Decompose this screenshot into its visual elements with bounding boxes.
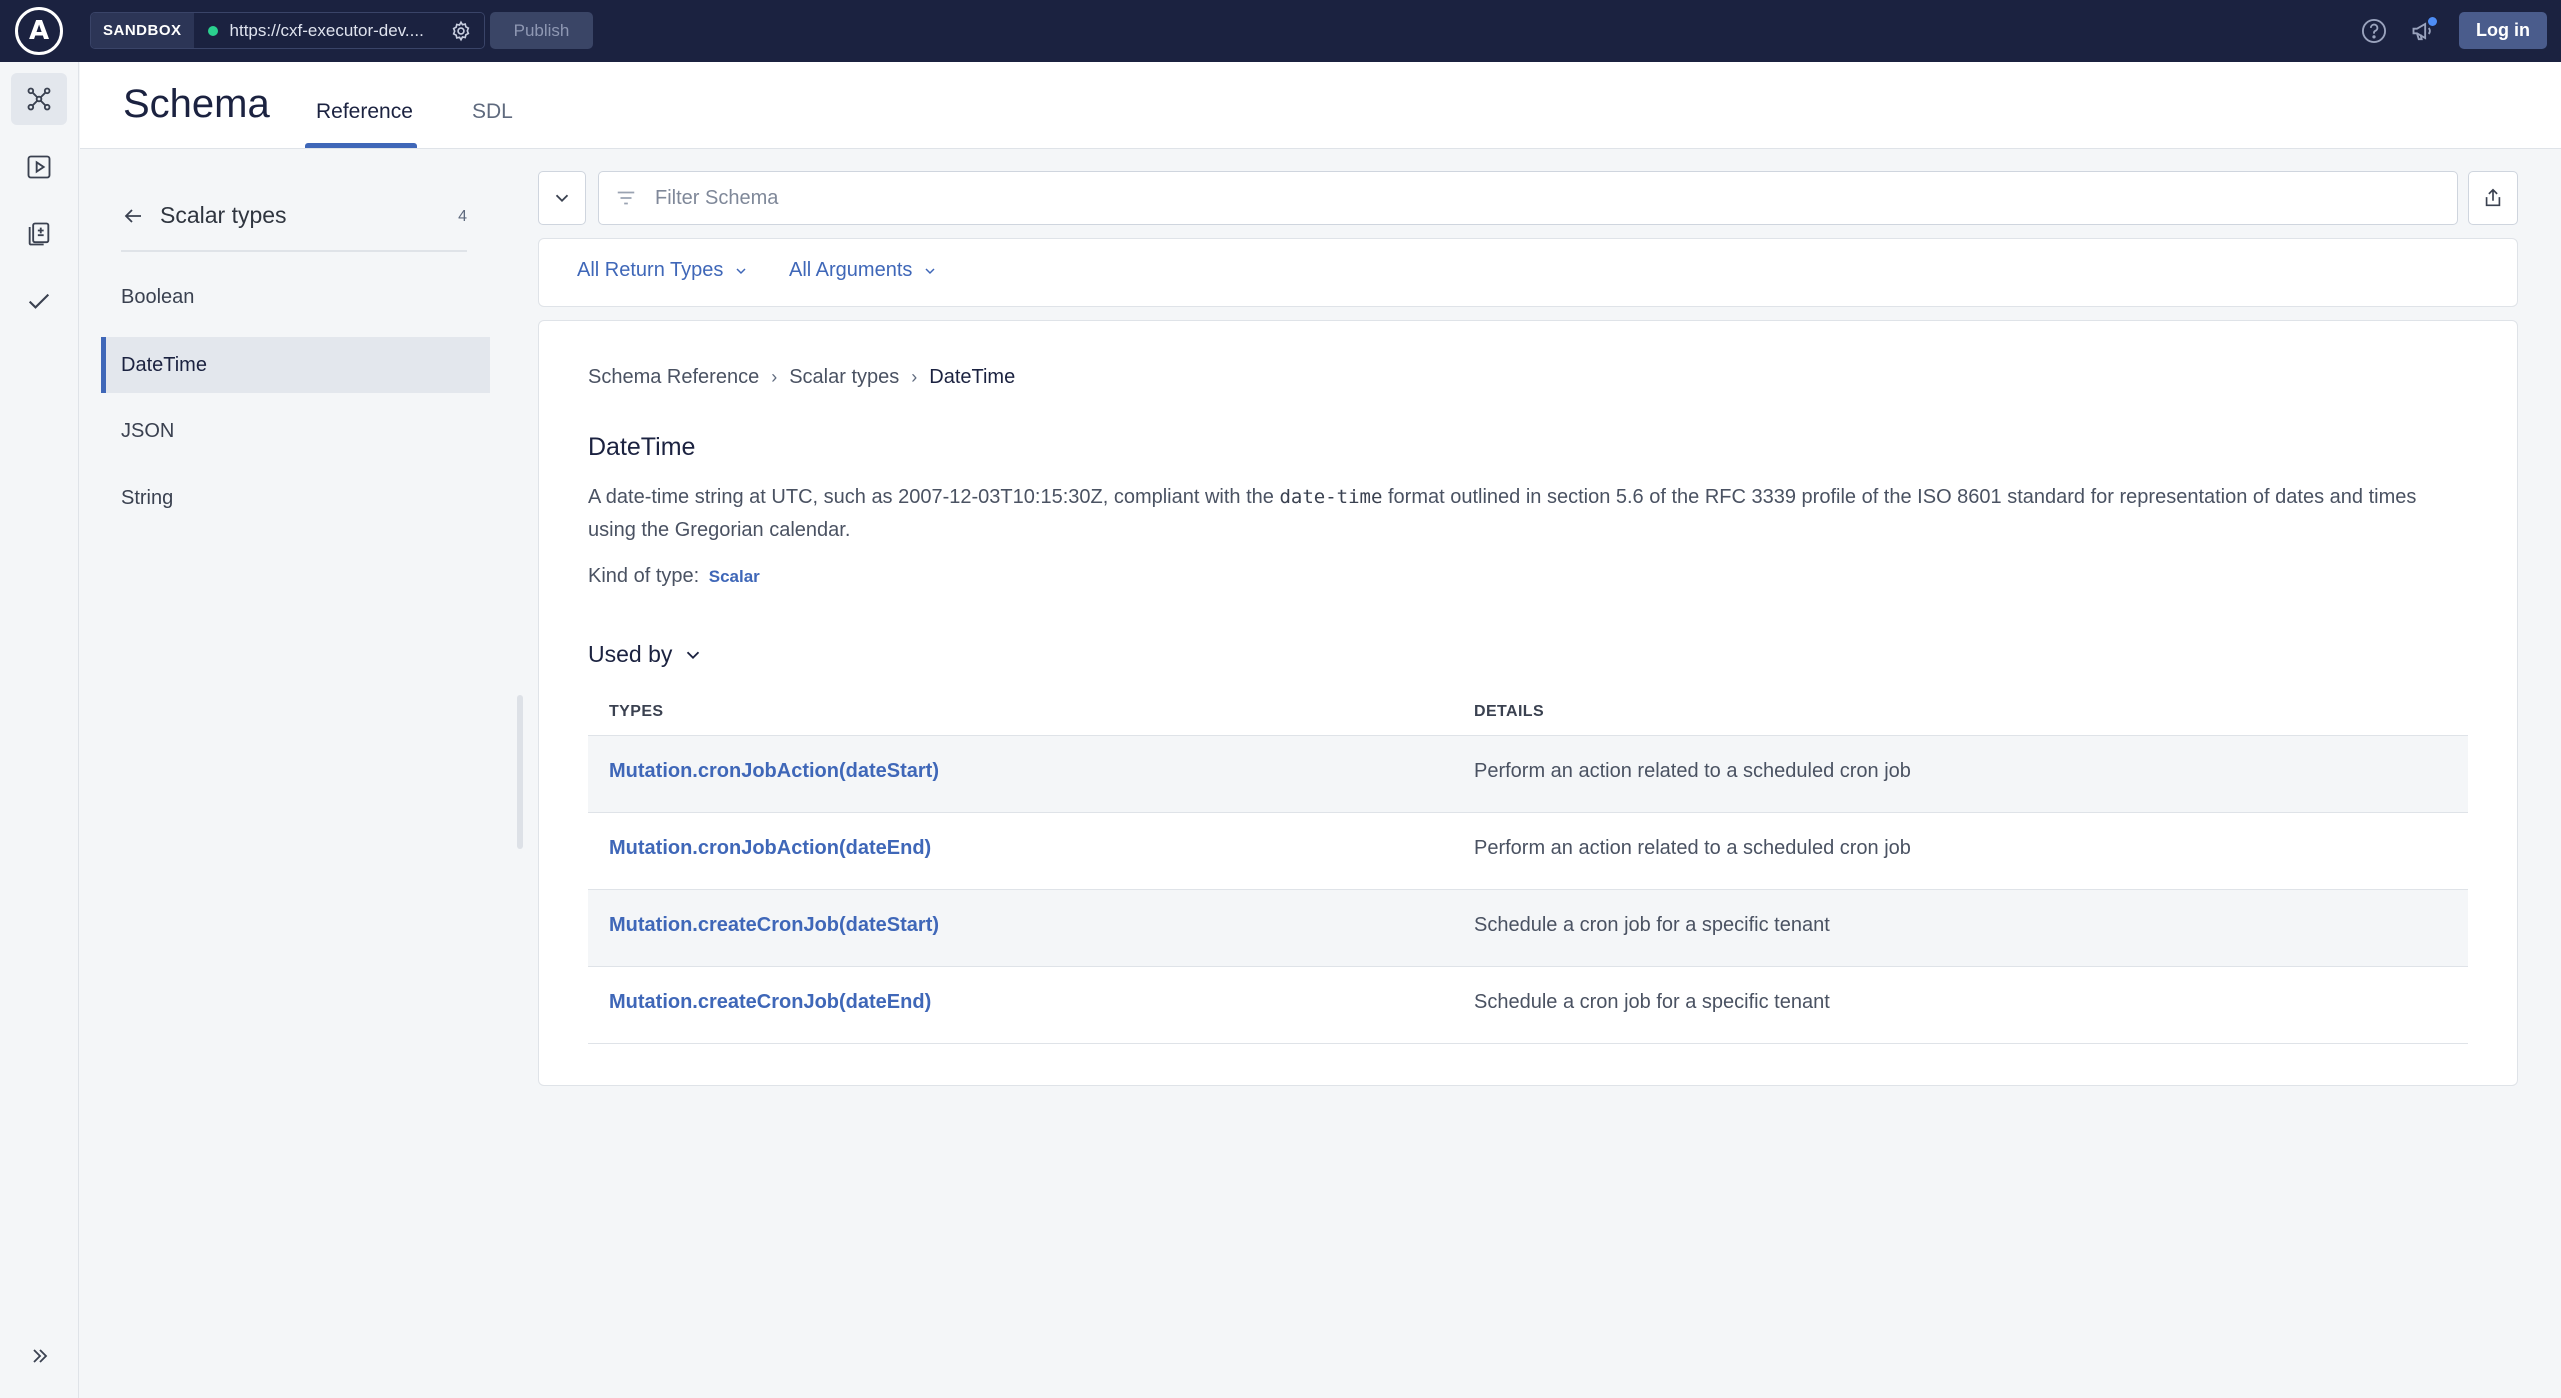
- sandbox-badge: SANDBOX: [91, 13, 194, 48]
- type-details: Schedule a cron job for a specific tenan…: [1474, 991, 1830, 1013]
- share-button[interactable]: [2468, 171, 2518, 225]
- sidebar-item-json[interactable]: JSON: [101, 403, 490, 459]
- explorer-icon: [27, 155, 51, 179]
- help-icon[interactable]: [2359, 16, 2389, 46]
- used-by-table: TYPES DETAILS Mutation.cronJobAction(dat…: [588, 691, 2468, 1044]
- return-types-label: All Return Types: [577, 259, 724, 281]
- gear-icon[interactable]: [448, 18, 474, 44]
- chevron-down-icon: [736, 267, 746, 274]
- sidebar-count: 4: [458, 208, 467, 225]
- breadcrumb: Schema Reference › Scalar types › DateTi…: [588, 366, 1015, 389]
- page-header: Schema Reference SDL: [80, 62, 2561, 149]
- schema-nav-button[interactable]: [11, 73, 67, 125]
- notification-dot: [2428, 16, 2437, 26]
- schema-dropdown-button[interactable]: [538, 171, 586, 225]
- filter-schema-input[interactable]: Filter Schema: [598, 171, 2458, 225]
- chevron-down-icon: [925, 267, 935, 274]
- breadcrumb-separator: ›: [771, 367, 778, 387]
- used-by-label: Used by: [588, 641, 673, 667]
- endpoint-url-field[interactable]: https://cxf-executor-dev....: [193, 13, 484, 48]
- login-button[interactable]: Log in: [2459, 12, 2547, 49]
- type-details: Perform an action related to a scheduled…: [1474, 760, 1911, 782]
- column-header-types: TYPES: [609, 703, 664, 720]
- checks-icon: [28, 293, 50, 309]
- operations-icon: [28, 222, 50, 246]
- top-bar: A SANDBOX https://cxf-executor-dev.... P…: [0, 0, 2561, 62]
- arguments-label: All Arguments: [789, 259, 913, 281]
- type-link[interactable]: Mutation.cronJobAction(dateStart): [609, 760, 939, 783]
- type-detail-card: Schema Reference › Scalar types › DateTi…: [538, 320, 2518, 1086]
- checks-nav-button[interactable]: [11, 275, 67, 327]
- sidebar-header: Scalar types 4: [121, 196, 467, 252]
- sidebar-item-datetime[interactable]: DateTime: [101, 337, 490, 393]
- tab-sdl[interactable]: SDL: [472, 100, 513, 124]
- tab-reference[interactable]: Reference: [316, 100, 413, 124]
- table-header: TYPES DETAILS: [588, 691, 2468, 736]
- publish-button[interactable]: Publish: [490, 12, 593, 49]
- used-by-toggle[interactable]: Used by: [588, 641, 704, 668]
- top-right-actions: Log in: [2359, 12, 2547, 49]
- breadcrumb-scalar-types[interactable]: Scalar types: [789, 366, 899, 389]
- filter-options-card: All Return Types All Arguments: [538, 238, 2518, 307]
- environment-selector[interactable]: SANDBOX https://cxf-executor-dev....: [90, 12, 485, 49]
- schema-icon: [27, 87, 51, 111]
- table-row: Mutation.createCronJob(dateEnd) Schedule…: [588, 967, 2468, 1044]
- table-row: Mutation.createCronJob(dateStart) Schedu…: [588, 890, 2468, 967]
- apollo-logo[interactable]: A: [15, 7, 63, 55]
- expand-nav-button[interactable]: [22, 1338, 58, 1374]
- breadcrumb-schema-reference[interactable]: Schema Reference: [588, 366, 759, 389]
- sidebar-title: Scalar types: [160, 202, 287, 228]
- back-arrow-icon[interactable]: [121, 204, 145, 233]
- endpoint-url-text: https://cxf-executor-dev....: [229, 20, 424, 40]
- type-link[interactable]: Mutation.cronJobAction(dateEnd): [609, 837, 931, 860]
- sidebar-item-boolean[interactable]: Boolean: [101, 269, 490, 325]
- page-title: Schema: [123, 82, 270, 126]
- column-header-details: DETAILS: [1474, 703, 1545, 720]
- left-nav-rail: [0, 62, 79, 1398]
- type-details: Schedule a cron job for a specific tenan…: [1474, 914, 1830, 936]
- type-link[interactable]: Mutation.createCronJob(dateStart): [609, 914, 939, 937]
- table-row: Mutation.cronJobAction(dateStart) Perfor…: [588, 736, 2468, 813]
- return-types-filter[interactable]: All Return Types: [577, 259, 749, 282]
- chevron-down-icon: [687, 651, 700, 659]
- share-icon: [2485, 188, 2501, 207]
- kind-label: Kind of type:: [588, 565, 700, 587]
- connection-status-dot: [207, 25, 218, 36]
- table-row: Mutation.cronJobAction(dateEnd) Perform …: [588, 813, 2468, 890]
- explorer-nav-button[interactable]: [11, 141, 67, 193]
- arguments-filter[interactable]: All Arguments: [789, 259, 938, 282]
- type-description: A date-time string at UTC, such as 2007-…: [588, 481, 2468, 547]
- chevron-down-icon: [555, 194, 569, 203]
- filter-icon: [617, 191, 635, 205]
- type-details: Perform an action related to a scheduled…: [1474, 837, 1911, 859]
- kind-value-link[interactable]: Scalar: [709, 567, 760, 586]
- sidebar-item-string[interactable]: String: [101, 470, 490, 526]
- kind-of-type: Kind of type: Scalar: [588, 565, 760, 588]
- filter-placeholder: Filter Schema: [655, 186, 779, 209]
- type-title: DateTime: [588, 433, 696, 461]
- type-link[interactable]: Mutation.createCronJob(dateEnd): [609, 991, 931, 1014]
- panel-resize-handle[interactable]: [517, 695, 523, 849]
- breadcrumb-separator: ›: [911, 367, 918, 387]
- active-tab-indicator: [305, 143, 417, 148]
- operations-nav-button[interactable]: [11, 208, 67, 260]
- breadcrumb-current: DateTime: [929, 366, 1016, 388]
- description-text-start: A date-time string at UTC, such as 2007-…: [588, 486, 1280, 508]
- megaphone-icon[interactable]: [2409, 16, 2439, 46]
- double-chevron-right-icon: [33, 1349, 48, 1363]
- description-code: date-time: [1279, 486, 1383, 508]
